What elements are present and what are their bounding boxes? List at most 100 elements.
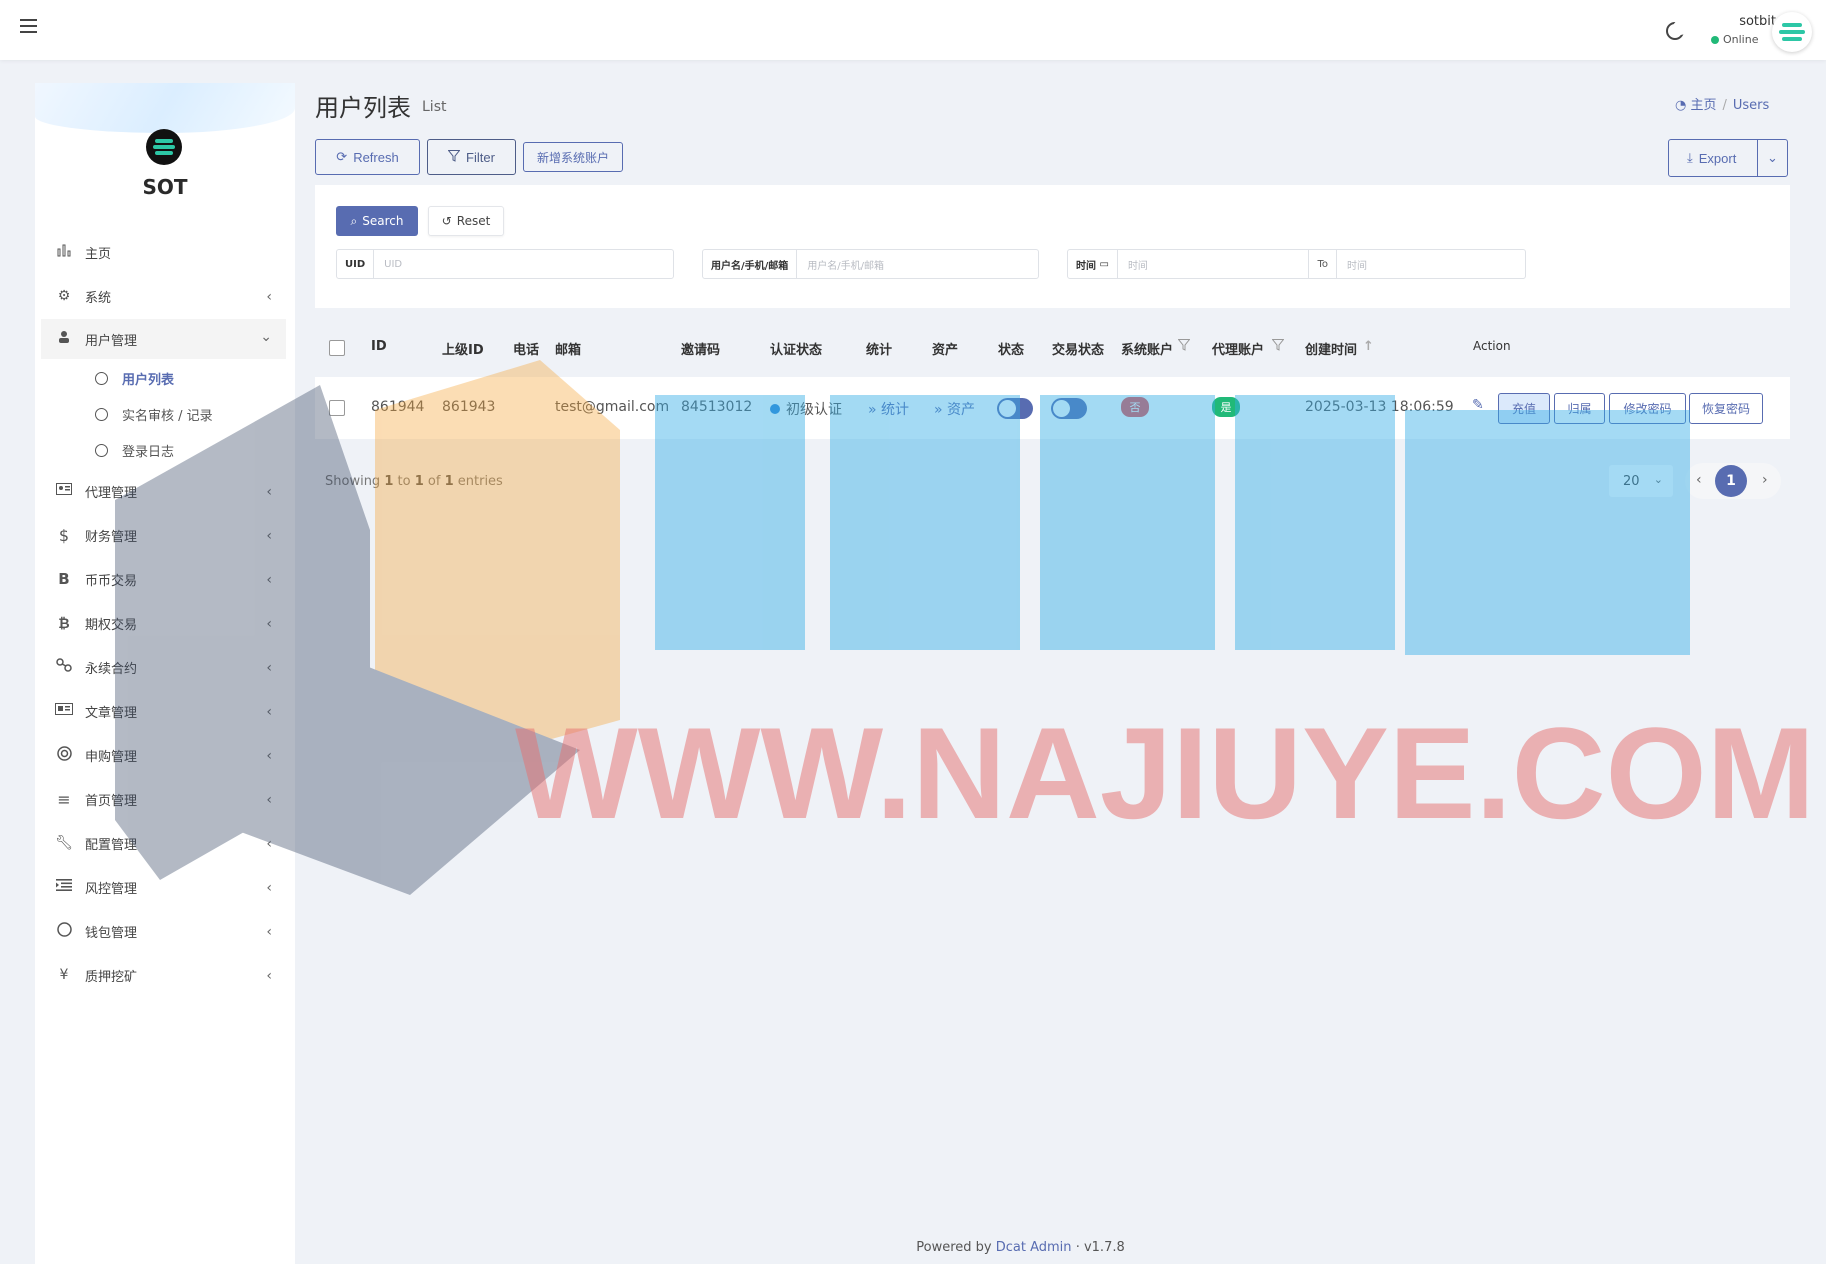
per-page-select[interactable]: 20 ⌄ [1609,465,1673,497]
sidebar-item-wallet[interactable]: 钱包管理 ‹ [41,911,286,951]
lifebuoy-icon [55,745,73,765]
sidebar-item-spot[interactable]: B 币币交易 ‹ [41,559,286,599]
assign-button[interactable]: 归属 [1554,393,1605,424]
brand-name: SOT [142,175,188,199]
avatar[interactable] [1772,12,1812,52]
id-card-icon [55,483,73,499]
cell-assets-link[interactable]: » 资产 [934,399,975,419]
sidebar-item-agents[interactable]: 代理管理 ‹ [41,471,286,511]
search-button[interactable]: ⌕ Search [336,206,418,236]
column-header-invite-code: 邀请码 [681,343,721,358]
cell-email: test@gmail.com [555,399,670,415]
indent-icon [55,879,73,895]
next-page-icon[interactable]: › [1762,472,1768,488]
sidebar: SOT 主页 ⚙ 系统 ‹ 用户管理 ⌄ 用户列表 实名审核 / 记录 登录日志… [35,83,295,1264]
username-input[interactable]: 用户名/手机/邮箱 [797,250,1038,278]
undo-icon: ↺ [441,214,452,228]
menu-toggle-icon[interactable] [20,19,37,33]
sidebar-item-subscription[interactable]: 申购管理 ‹ [41,735,286,775]
filter-button[interactable]: Filter [427,139,516,175]
column-header-parent-id: 上级ID [442,343,484,358]
sidebar-item-finance[interactable]: $ 财务管理 ‹ [41,515,286,555]
chevron-left-icon: ‹ [266,572,272,588]
dcat-admin-link[interactable]: Dcat Admin [996,1240,1072,1255]
user-icon [55,330,73,348]
reset-button[interactable]: ↺ Reset [428,206,504,236]
recharge-button[interactable]: 充值 [1498,393,1550,424]
footer: Powered by Dcat Admin · v1.7.8 [916,1240,1125,1255]
page-title: 用户列表 [315,94,411,122]
dashboard-icon: ◔ [1675,98,1687,113]
prev-page-icon[interactable]: ‹ [1696,472,1702,488]
sidebar-subitem-kyc-review[interactable]: 实名审核 / 记录 [95,400,213,428]
sidebar-item-config[interactable]: 🔧︎ 配置管理 ‹ [41,823,286,863]
column-header-action: Action [1473,339,1511,353]
export-dropdown-chevron-icon[interactable]: ⌄ [1757,140,1787,176]
sidebar-item-label: 财务管理 [85,529,138,545]
column-header-stats: 统计 [866,343,893,358]
column-header-phone: 电话 [513,343,540,358]
time-end-input[interactable]: 时间 [1337,250,1525,278]
column-header-id[interactable]: ID [371,339,387,354]
refresh-button[interactable]: ⟳ Refresh [315,139,420,175]
yen-icon: ¥ [59,967,69,983]
pagination: ‹ 1 › [1685,463,1781,499]
sidebar-item-users[interactable]: 用户管理 ⌄ [41,319,286,359]
edit-icon[interactable]: ✎ [1472,397,1484,413]
sidebar-item-articles[interactable]: 文章管理 ‹ [41,691,286,731]
chevron-left-icon: ‹ [266,528,272,544]
sidebar-item-staking[interactable]: ¥ 质押挖矿 ‹ [41,955,286,995]
sidebar-subitem-user-list[interactable]: 用户列表 [95,364,174,392]
double-chevron-icon: » [868,402,877,418]
column-header-created-at[interactable]: 创建时间 [1305,339,1357,358]
trade-status-toggle[interactable] [1051,398,1087,419]
dollar-icon: $ [58,525,70,545]
sort-arrow-up-icon[interactable]: ↑ [1363,339,1374,354]
cell-id: 861944 [371,399,425,415]
calendar-icon: ▭ [1099,258,1109,270]
sidebar-item-label: 币币交易 [85,573,138,589]
chevron-left-icon: ‹ [266,484,272,500]
chevron-left-icon: ‹ [266,748,272,764]
breadcrumb-home[interactable]: 主页 [1690,98,1716,113]
reset-password-button[interactable]: 恢复密码 [1689,393,1763,424]
user-status: Online [1711,33,1758,46]
dark-mode-toggle-icon[interactable] [1666,20,1688,40]
sidebar-subitem-login-log[interactable]: 登录日志 [95,436,174,464]
cell-invite-code: 84513012 [681,399,753,415]
entries-summary: Showing 1 to 1 of 1 entries [325,474,503,489]
sidebar-item-system[interactable]: ⚙ 系统 ‹ [41,276,286,316]
column-filter-icon[interactable] [1271,339,1285,355]
sidebar-item-homepage[interactable]: ≡ 首页管理 ‹ [41,779,286,819]
select-all-checkbox[interactable] [329,340,345,356]
sidebar-item-home[interactable]: 主页 [41,232,286,272]
sidebar-item-perpetual[interactable]: 永续合约 ‹ [41,647,286,687]
add-system-account-button[interactable]: 新增系统账户 [523,142,623,172]
top-navbar: sotbit Online [0,0,1826,60]
cell-stats-link[interactable]: » 统计 [868,399,909,419]
circle-icon [55,921,73,941]
status-dot-icon [770,404,780,414]
sidebar-item-label: 系统 [85,290,112,306]
chevron-left-icon: ‹ [266,880,272,896]
username-filter: 用户名/手机/邮箱 用户名/手机/邮箱 [702,249,1039,279]
status-toggle[interactable] [997,398,1033,419]
change-password-button[interactable]: 修改密码 [1609,393,1686,424]
uid-filter-label: UID [337,250,375,278]
refresh-icon: ⟳ [336,149,348,164]
column-header-email: 邮箱 [555,343,582,358]
row-checkbox[interactable] [329,400,345,416]
chevron-left-icon: ‹ [266,616,272,632]
time-start-input[interactable]: 时间 [1118,250,1309,278]
bitcoin-icon: ₿ [58,615,70,632]
column-filter-icon[interactable] [1177,339,1191,355]
bars-icon: ≡ [57,789,71,809]
double-chevron-icon: » [934,402,943,418]
sidebar-item-risk[interactable]: 风控管理 ‹ [41,867,286,907]
logo-icon [146,129,182,165]
username-filter-label: 用户名/手机/邮箱 [703,250,798,278]
page-button-current[interactable]: 1 [1715,465,1747,497]
uid-input[interactable]: UID [374,250,673,278]
sidebar-item-options[interactable]: ₿ 期权交易 ‹ [41,603,286,643]
b-icon: B [58,570,70,588]
